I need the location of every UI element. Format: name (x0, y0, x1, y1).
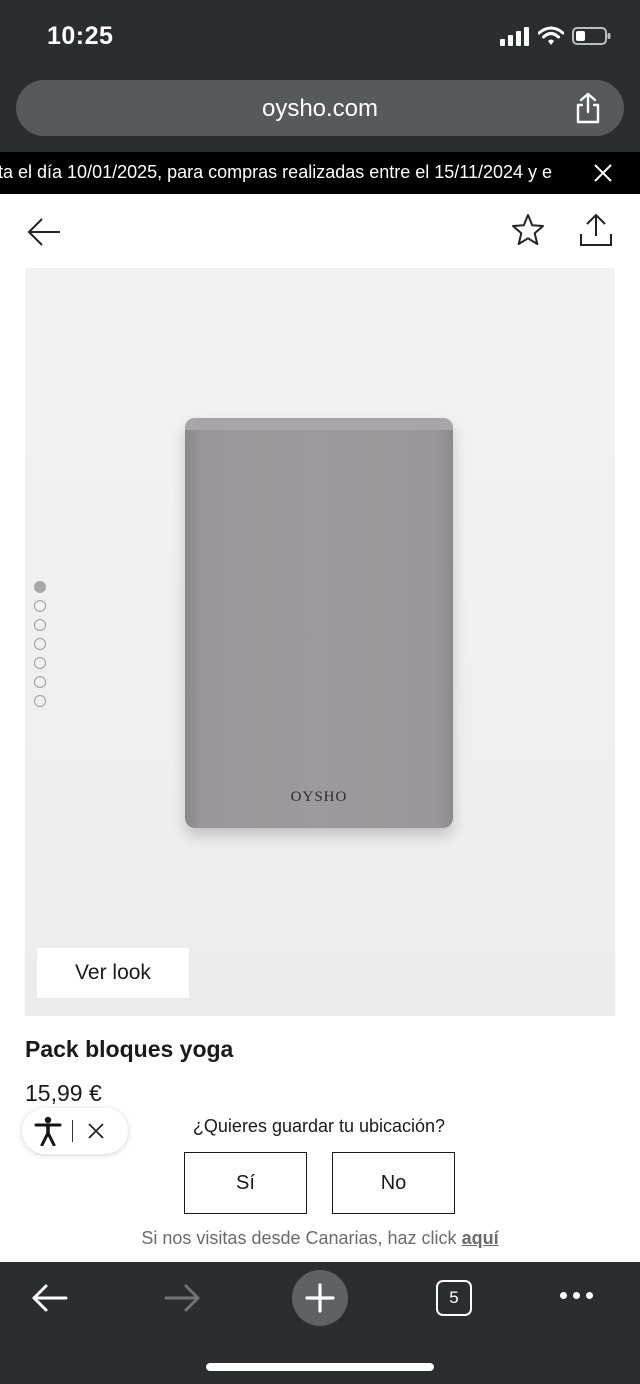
share-icon[interactable] (574, 92, 602, 129)
product-image[interactable]: OYSHO Ver look (25, 268, 615, 1016)
home-indicator (206, 1363, 434, 1371)
wifi-icon (537, 26, 565, 51)
signal-icon (500, 26, 530, 51)
product-title: Pack bloques yoga (25, 1036, 234, 1062)
gallery-dot[interactable] (34, 581, 46, 593)
plus-icon (305, 1283, 335, 1313)
back-icon[interactable] (30, 1282, 68, 1319)
gallery-dot[interactable] (34, 676, 46, 688)
gallery-dot[interactable] (34, 657, 46, 669)
canarias-text: Si nos visitas desde Canarias, haz click (141, 1228, 462, 1248)
tabs-button[interactable]: 5 (436, 1280, 472, 1316)
no-button[interactable]: No (332, 1152, 455, 1214)
gallery-pagination (34, 581, 46, 707)
yoga-block-top-face (185, 418, 453, 430)
yes-button[interactable]: Sí (184, 1152, 307, 1214)
promo-text: ta el día 10/01/2025, para compras reali… (0, 162, 553, 182)
url-text: oysho.com (261, 95, 379, 122)
gallery-dot[interactable] (34, 600, 46, 612)
new-tab-button[interactable] (292, 1270, 348, 1326)
product-price: 15,99 € (25, 1080, 102, 1106)
browser-top-chrome: 10:25 oysho.com (0, 0, 640, 152)
ver-look-button[interactable]: Ver look (37, 948, 189, 998)
close-icon[interactable] (592, 162, 614, 189)
status-time: 10:25 (47, 22, 114, 50)
gallery-dot[interactable] (34, 695, 46, 707)
brand-logo: OYSHO (290, 789, 348, 805)
back-arrow-icon[interactable] (26, 214, 62, 255)
forward-icon[interactable] (164, 1282, 202, 1319)
gallery-dot[interactable] (34, 619, 46, 631)
location-question: ¿Quieres guardar tu ubicación? (0, 1116, 640, 1137)
battery-icon (572, 26, 612, 51)
yoga-block-image: OYSHO (185, 418, 453, 828)
status-icons (500, 26, 612, 51)
location-question-text: ¿Quieres guardar tu ubicación? (192, 1116, 446, 1136)
star-icon[interactable] (510, 212, 546, 253)
canarias-notice: Si nos visitas desde Canarias, haz click… (0, 1228, 640, 1249)
share-icon[interactable] (578, 212, 614, 253)
canarias-link[interactable]: aquí (462, 1228, 499, 1248)
address-bar[interactable]: oysho.com (16, 80, 624, 136)
promo-banner: ta el día 10/01/2025, para compras reali… (0, 152, 640, 194)
gallery-dot[interactable] (34, 638, 46, 650)
more-icon[interactable] (560, 1292, 593, 1299)
